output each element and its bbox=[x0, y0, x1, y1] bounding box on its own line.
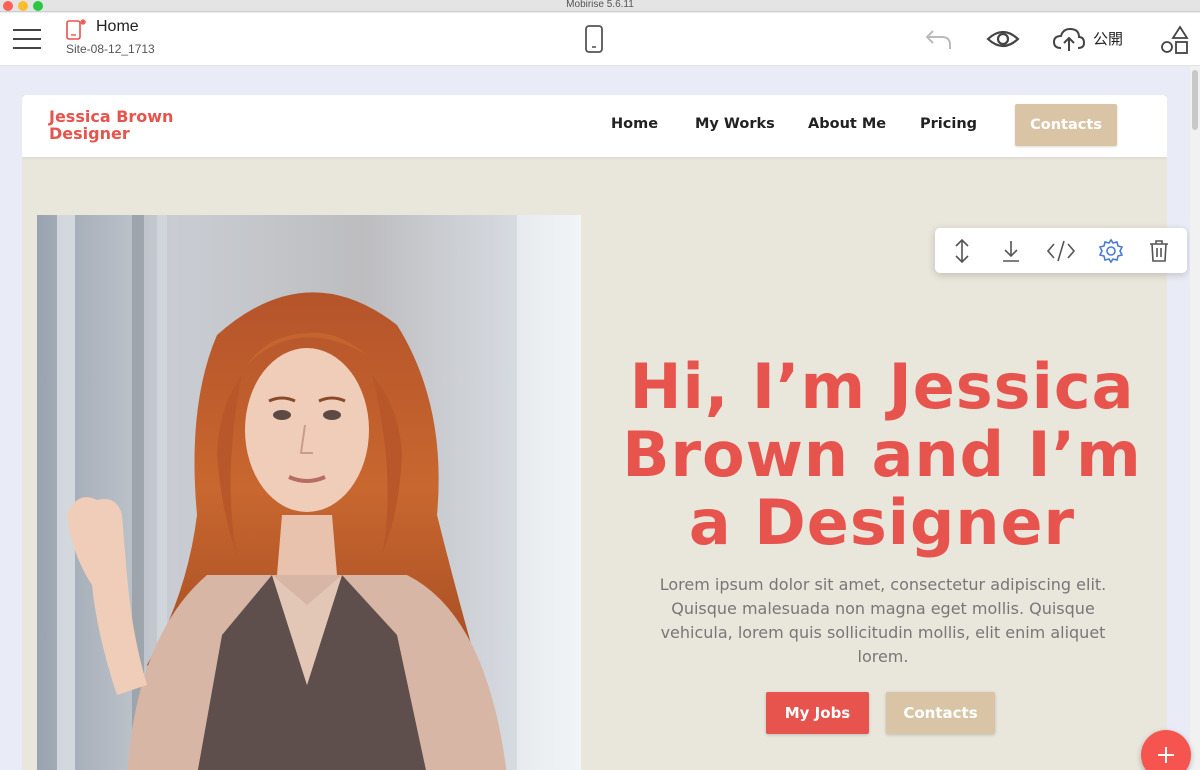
download-icon[interactable] bbox=[1000, 238, 1022, 264]
move-icon[interactable] bbox=[951, 238, 973, 264]
mobile-preview-icon[interactable] bbox=[584, 24, 604, 54]
nav-link-home[interactable]: Home bbox=[611, 116, 658, 132]
undo-icon[interactable] bbox=[924, 27, 952, 51]
shapes-icon[interactable] bbox=[1160, 25, 1190, 55]
brand-line-1: Jessica Brown bbox=[49, 107, 174, 126]
plus-icon bbox=[1158, 747, 1174, 763]
hero-title-line-2: Brown and I’m bbox=[622, 418, 1142, 491]
site-preview: Jessica Brown Designer Home My Works Abo… bbox=[22, 95, 1167, 770]
gear-icon[interactable] bbox=[1098, 238, 1124, 264]
site-brand[interactable]: Jessica Brown Designer bbox=[49, 108, 199, 142]
brand-line-2: Designer bbox=[49, 124, 130, 143]
hero-title-line-3: a Designer bbox=[688, 486, 1076, 559]
nav-link-about-me[interactable]: About Me bbox=[808, 116, 886, 132]
trash-icon[interactable] bbox=[1148, 238, 1170, 264]
page-name[interactable]: Home bbox=[96, 18, 139, 36]
app-toolbar: Home Site-08-12_1713 公開 bbox=[0, 13, 1200, 66]
scrollbar-thumb[interactable] bbox=[1192, 70, 1198, 130]
block-tools-panel bbox=[935, 228, 1187, 273]
hero-photo bbox=[37, 215, 581, 770]
site-navbar: Jessica Brown Designer Home My Works Abo… bbox=[22, 95, 1167, 157]
nav-link-my-works[interactable]: My Works bbox=[695, 116, 775, 132]
nav-link-pricing[interactable]: Pricing bbox=[920, 116, 977, 132]
window-title: Mobirise 5.6.11 bbox=[566, 0, 634, 10]
nav-contacts-button[interactable]: Contacts bbox=[1015, 104, 1117, 146]
publish-button[interactable]: 公開 bbox=[1093, 28, 1123, 49]
hamburger-icon[interactable] bbox=[13, 27, 41, 51]
eye-icon[interactable] bbox=[986, 28, 1020, 50]
window-titlebar: Mobirise 5.6.11 bbox=[0, 0, 1200, 12]
hero-title: Hi, I’m Jessica Brown and I’m a Designer bbox=[622, 353, 1142, 557]
cloud-upload-icon[interactable] bbox=[1052, 27, 1086, 53]
contacts-button[interactable]: Contacts bbox=[886, 692, 995, 734]
scrollbar[interactable] bbox=[1190, 66, 1200, 770]
page-icon[interactable] bbox=[65, 17, 89, 41]
hero-title-line-1: Hi, I’m Jessica bbox=[629, 350, 1135, 423]
site-name: Site-08-12_1713 bbox=[66, 42, 155, 56]
hero-description: Lorem ipsum dolor sit amet, consectetur … bbox=[659, 575, 1107, 666]
my-jobs-button[interactable]: My Jobs bbox=[766, 692, 869, 734]
code-icon[interactable] bbox=[1046, 238, 1076, 264]
add-block-button[interactable] bbox=[1141, 730, 1191, 770]
